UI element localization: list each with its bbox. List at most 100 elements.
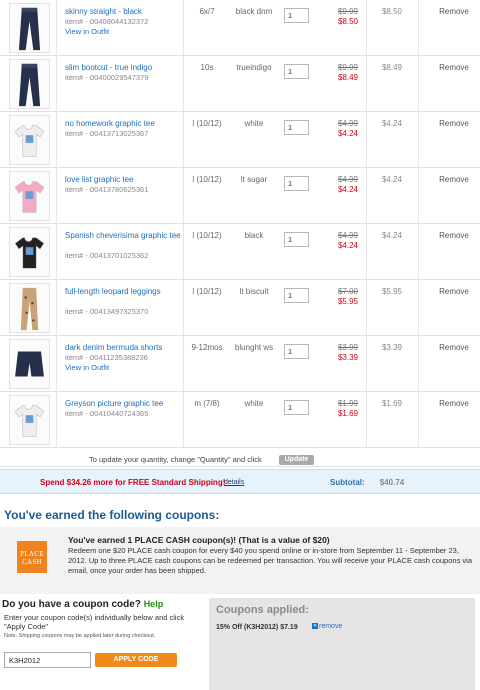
remove-coupon-link[interactable]: ✕ remove bbox=[312, 623, 342, 630]
applied-coupon-line: 15% Off (K3H2012) $7.19 bbox=[216, 624, 298, 631]
color-value: trueindigo bbox=[236, 63, 272, 72]
remove-item-link[interactable]: Remove bbox=[428, 231, 480, 240]
divider bbox=[183, 0, 184, 55]
thumb-cell bbox=[0, 224, 57, 280]
sale-price: $4.24 bbox=[337, 241, 358, 250]
line-total: $8.50 bbox=[381, 7, 403, 16]
remove-item-link[interactable]: Remove bbox=[428, 63, 480, 72]
size-value: l (10/12) bbox=[192, 287, 222, 296]
thumb-cell bbox=[0, 392, 57, 448]
tee-icon[interactable] bbox=[9, 171, 50, 221]
update-button[interactable]: Update bbox=[279, 455, 314, 465]
product-name-link[interactable]: full-length leopard leggings bbox=[65, 287, 183, 297]
coupon-help-link[interactable]: Help bbox=[144, 599, 164, 609]
product-name-link[interactable]: dark denim bermuda shorts bbox=[65, 343, 183, 353]
remove-item-link[interactable]: Remove bbox=[428, 287, 480, 296]
product-name-link[interactable]: skinny straight - black bbox=[65, 7, 183, 17]
divider bbox=[418, 224, 419, 279]
quantity-input[interactable] bbox=[284, 232, 309, 247]
divider bbox=[183, 392, 184, 447]
size-value: 10s bbox=[200, 63, 214, 72]
divider bbox=[418, 0, 419, 55]
product-name-link[interactable]: love list graphic tee bbox=[65, 175, 183, 185]
subtotal-label: Subtotal: bbox=[330, 478, 365, 487]
coupon-instructions: Enter your coupon code(s) individually b… bbox=[4, 613, 185, 631]
cart-row: no homework graphic tee item# - 004137130… bbox=[0, 112, 480, 168]
place-cash-coupon-box: PLACE CASH You've earned 1 PLACE CASH cou… bbox=[0, 527, 480, 594]
shipping-details-link[interactable]: details bbox=[224, 479, 244, 486]
divider bbox=[418, 336, 419, 391]
thumb-cell bbox=[0, 56, 57, 112]
view-in-outfit-link[interactable]: View in Outfit bbox=[65, 363, 109, 373]
cart-row: slim bootcut - true indigo item# - 004000… bbox=[0, 56, 480, 112]
quantity-input[interactable] bbox=[284, 344, 309, 359]
divider bbox=[366, 56, 367, 111]
line-total: $4.24 bbox=[381, 231, 403, 240]
cart-row: skinny straight - black item# - 004080441… bbox=[0, 0, 480, 56]
quantity-input[interactable] bbox=[284, 120, 309, 135]
divider bbox=[418, 168, 419, 223]
tee-icon[interactable] bbox=[9, 115, 50, 165]
item-number: item# - 00413497325370 bbox=[65, 307, 149, 316]
thumb-cell bbox=[0, 0, 57, 56]
product-name-link[interactable]: Greyson picture graphic tee bbox=[65, 399, 183, 409]
divider bbox=[183, 168, 184, 223]
thumb-cell bbox=[0, 336, 57, 392]
item-number: item# - 00413780625361 bbox=[65, 185, 149, 194]
product-name-link[interactable]: slim bootcut - true indigo bbox=[65, 63, 183, 73]
color-value: lt sugar bbox=[240, 175, 268, 184]
item-number: item# - 00400029547379 bbox=[65, 73, 149, 82]
place-cash-logo: PLACE CASH bbox=[17, 541, 47, 573]
divider bbox=[366, 0, 367, 55]
divider bbox=[418, 56, 419, 111]
close-icon: ✕ bbox=[312, 623, 318, 630]
remove-item-link[interactable]: Remove bbox=[428, 343, 480, 352]
shorts-icon[interactable] bbox=[9, 339, 50, 389]
original-price: $9.99 bbox=[337, 63, 358, 72]
item-number: item# - 00410440724365 bbox=[65, 409, 149, 418]
quantity-input[interactable] bbox=[284, 400, 309, 415]
remove-item-link[interactable]: Remove bbox=[428, 175, 480, 184]
remove-item-link[interactable]: Remove bbox=[428, 399, 480, 408]
update-instructions: To update your quantity, change "Quantit… bbox=[89, 455, 262, 464]
cart-table: skinny straight - black item# - 004080441… bbox=[0, 0, 480, 448]
apply-code-button[interactable]: APPLY CODE bbox=[95, 653, 177, 667]
remove-item-link[interactable]: Remove bbox=[428, 119, 480, 128]
divider bbox=[366, 224, 367, 279]
product-name-link[interactable]: no homework graphic tee bbox=[65, 119, 183, 129]
remove-coupon-label: remove bbox=[319, 623, 343, 630]
size-value: m (7/8) bbox=[194, 399, 220, 408]
leggings-icon[interactable] bbox=[9, 283, 50, 333]
tee-icon[interactable] bbox=[9, 395, 50, 445]
item-number: item# - 00413713025367 bbox=[65, 129, 149, 138]
quantity-input[interactable] bbox=[284, 8, 309, 23]
sale-price: $4.24 bbox=[337, 129, 358, 138]
jeans-icon[interactable] bbox=[9, 59, 50, 109]
cart-row: Greyson picture graphic tee item# - 00410… bbox=[0, 392, 480, 448]
sale-price: $4.24 bbox=[337, 185, 358, 194]
view-in-outfit-link[interactable]: View in Outfit bbox=[65, 27, 109, 37]
item-number: item# - 00408044132372 bbox=[65, 17, 149, 26]
item-number: item# - 00413701025362 bbox=[65, 251, 149, 260]
quantity-input[interactable] bbox=[284, 288, 309, 303]
subtotal-value: $40.74 bbox=[379, 478, 405, 487]
divider bbox=[183, 56, 184, 111]
jeans-icon[interactable] bbox=[9, 3, 50, 53]
update-bar: To update your quantity, change "Quantit… bbox=[0, 452, 480, 467]
quantity-input[interactable] bbox=[284, 64, 309, 79]
original-price: $4.99 bbox=[337, 175, 358, 184]
coupon-code-input[interactable] bbox=[4, 652, 91, 668]
size-value: l (10/12) bbox=[192, 119, 222, 128]
line-total: $4.24 bbox=[381, 175, 403, 184]
divider bbox=[183, 280, 184, 335]
coupons-earned-title: You've earned the following coupons: bbox=[4, 508, 220, 522]
cart-row: full-length leopard leggings item# - 0041… bbox=[0, 280, 480, 336]
quantity-input[interactable] bbox=[284, 176, 309, 191]
thumb-cell bbox=[0, 280, 57, 336]
divider bbox=[183, 112, 184, 167]
original-price: $7.00 bbox=[337, 287, 358, 296]
remove-item-link[interactable]: Remove bbox=[428, 7, 480, 16]
size-value: l (10/12) bbox=[192, 231, 222, 240]
product-name-link[interactable]: Spanish cheverisima graphic tee bbox=[65, 231, 183, 241]
tee-icon[interactable] bbox=[9, 227, 50, 277]
